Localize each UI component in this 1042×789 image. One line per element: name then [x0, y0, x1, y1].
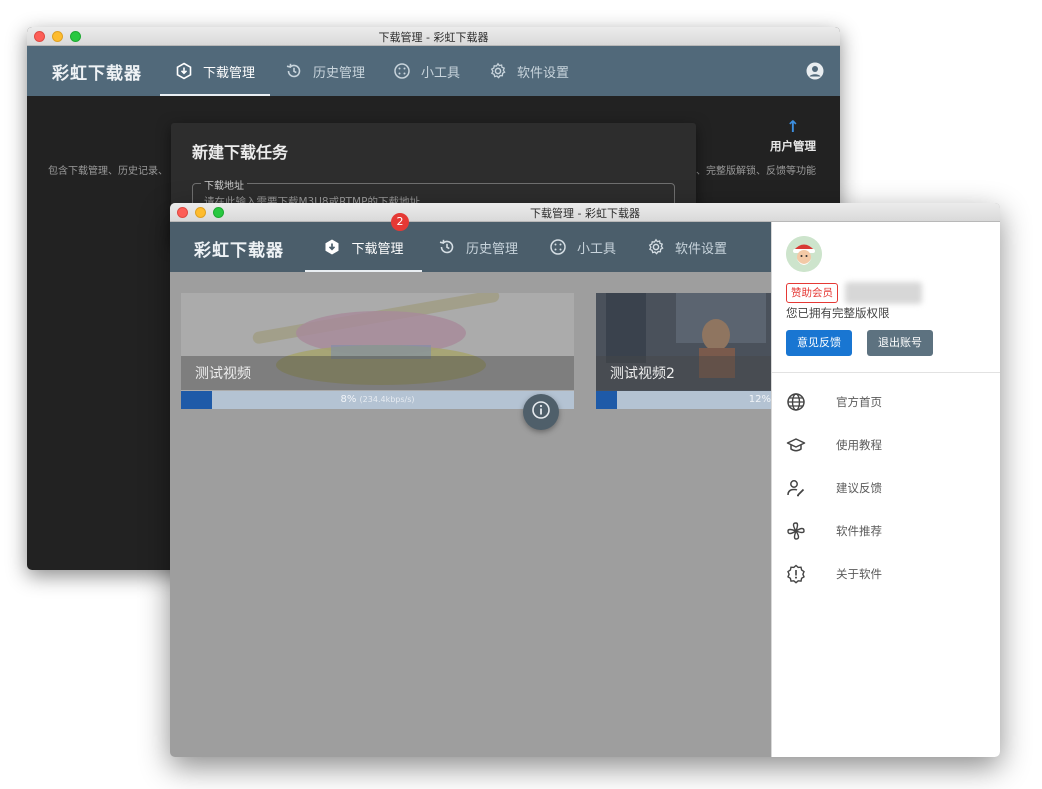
app-brand: 彩虹下载器 — [52, 64, 142, 84]
tab-label: 下载管理 — [351, 238, 403, 257]
user-edit-icon — [786, 478, 806, 498]
download-count-badge: 2 — [391, 213, 409, 231]
video-title: 测试视频 — [195, 366, 251, 382]
download-progress-bar: 8% (234.4kbps/s) — [181, 391, 574, 409]
download-icon — [175, 62, 193, 80]
logout-button[interactable]: 退出账号 — [867, 330, 933, 356]
tab-label: 历史管理 — [466, 241, 519, 257]
history-icon — [285, 62, 303, 80]
feature-hint-right: 、完整版解锁、反馈等功能 — [696, 166, 816, 177]
menu-label: 使用教程 — [836, 437, 882, 452]
alert-badge-icon — [786, 564, 806, 584]
download-card[interactable]: 测试视频 8% (234.4kbps/s) — [181, 293, 574, 409]
front-window: 下载管理 - 彩虹下载器 彩虹下载器 下载管理 2 历史管理 小工具 软件设置 … — [170, 203, 1000, 757]
info-icon — [531, 400, 551, 424]
app-bar: 彩虹下载器 下载管理 历史管理 小工具 软件设置 — [27, 46, 840, 96]
window-title: 下载管理 - 彩虹下载器 — [530, 207, 640, 220]
menu-item-recommend[interactable]: 软件推荐 — [772, 509, 1000, 552]
avatar[interactable] — [786, 236, 822, 272]
username-blurred — [845, 282, 922, 304]
history-icon — [438, 238, 456, 256]
window-title: 下载管理 - 彩虹下载器 — [378, 31, 489, 44]
app-brand: 彩虹下载器 — [194, 241, 284, 261]
tab-settings[interactable]: 软件设置 — [489, 46, 569, 96]
download-speed: (234.4kbps/s) — [359, 395, 415, 404]
user-management-hint: ↑ 用户管理 — [763, 119, 823, 154]
tools-icon — [393, 62, 411, 80]
download-card[interactable]: 测试视频2 12% — [596, 293, 773, 409]
progress-percent: 12% — [748, 394, 771, 405]
download-icon — [323, 238, 341, 256]
menu-label: 关于软件 — [836, 566, 882, 581]
dialog-title: 新建下载任务 — [192, 143, 289, 162]
tab-tools[interactable]: 小工具 — [549, 222, 616, 272]
user-drawer: 赞助会员 您已拥有完整版权限 意见反馈 退出账号 官方首页 使用教程 建议反馈 — [771, 222, 1000, 757]
card-title-bar: 测试视频 — [181, 356, 574, 390]
permission-status: 您已拥有完整版权限 — [786, 306, 890, 320]
tab-label: 小工具 — [421, 65, 461, 81]
progress-text: 12% — [596, 394, 773, 405]
tab-settings[interactable]: 软件设置 — [647, 222, 727, 272]
feature-hint-left: 包含下载管理、历史记录、 — [48, 166, 168, 177]
tab-label: 历史管理 — [313, 65, 366, 81]
menu-label: 建议反馈 — [836, 480, 882, 495]
menu-label: 官方首页 — [836, 394, 882, 409]
progress-percent: 8% — [340, 394, 357, 405]
tab-label: 小工具 — [577, 241, 617, 257]
pinwheel-icon — [786, 521, 806, 541]
video-title: 测试视频2 — [610, 366, 675, 382]
graduation-cap-icon — [786, 435, 806, 455]
tab-download-manager[interactable]: 下载管理 2 — [305, 213, 422, 272]
download-url-label: 下载地址 — [201, 177, 247, 192]
gear-icon — [647, 238, 665, 256]
menu-item-suggestion[interactable]: 建议反馈 — [772, 466, 1000, 509]
progress-text: 8% (234.4kbps/s) — [181, 394, 574, 405]
account-icon[interactable] — [806, 62, 824, 80]
user-management-label: 用户管理 — [770, 139, 816, 153]
window-titlebar[interactable]: 下载管理 - 彩虹下载器 — [27, 27, 840, 46]
info-button[interactable] — [523, 394, 559, 430]
menu-item-tutorial[interactable]: 使用教程 — [772, 423, 1000, 466]
tab-label: 下载管理 — [202, 65, 255, 81]
tab-label-text: 下载管理 — [351, 241, 404, 257]
globe-icon — [786, 392, 806, 412]
tab-label: 软件设置 — [517, 65, 570, 81]
gear-icon — [489, 62, 507, 80]
divider — [772, 372, 1000, 373]
menu-label: 软件推荐 — [836, 523, 882, 538]
arrow-up-icon: ↑ — [786, 117, 800, 136]
window-titlebar[interactable]: 下载管理 - 彩虹下载器 — [170, 203, 1000, 222]
tab-history[interactable]: 历史管理 — [438, 222, 518, 272]
download-progress-bar: 12% — [596, 391, 773, 409]
menu-item-about[interactable]: 关于软件 — [772, 552, 1000, 595]
tools-icon — [549, 238, 567, 256]
tab-label: 软件设置 — [675, 241, 728, 257]
tab-history[interactable]: 历史管理 — [285, 46, 365, 96]
tab-tools[interactable]: 小工具 — [393, 46, 460, 96]
menu-item-homepage[interactable]: 官方首页 — [772, 380, 1000, 423]
tab-download-manager[interactable]: 下载管理 — [160, 46, 270, 96]
vip-badge: 赞助会员 — [786, 283, 838, 303]
card-title-bar: 测试视频2 — [596, 356, 773, 390]
feedback-button[interactable]: 意见反馈 — [786, 330, 852, 356]
